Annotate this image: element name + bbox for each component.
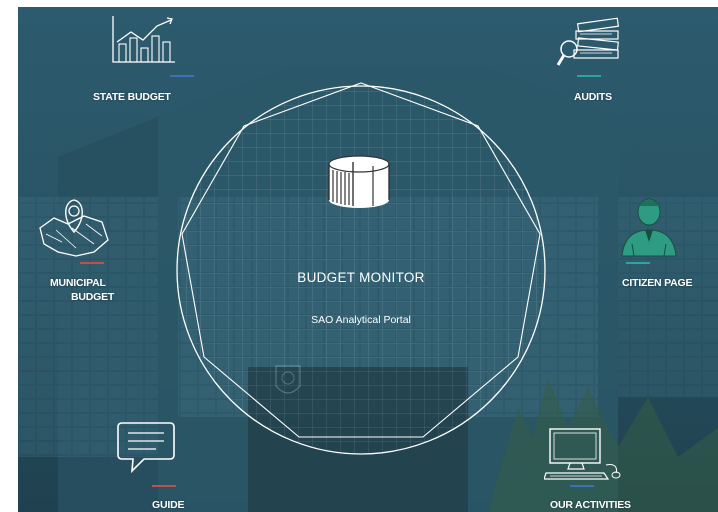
portal-title: BUDGET MONITOR (297, 270, 425, 285)
state-budget-label: STATE BUDGET (93, 91, 171, 103)
municipal-budget-line1: MUNICIPAL (50, 277, 106, 289)
state-budget-accent (170, 75, 194, 77)
pie-chart-icon (328, 155, 390, 208)
nav-citizen-page[interactable]: CITIZEN PAGE (598, 192, 708, 292)
chat-bubble-icon (117, 422, 175, 474)
citizen-icon (621, 198, 677, 257)
bar-chart-icon (112, 16, 175, 63)
guide-label: GUIDE (152, 499, 185, 511)
nav-guide[interactable]: GUIDE (108, 417, 218, 512)
portal-landing: BUDGET MONITOR SAO Analytical Portal STA… (18, 7, 718, 512)
nav-audits[interactable]: AUDITS (538, 11, 658, 103)
audits-label: AUDITS (574, 91, 612, 103)
citizen-page-label: CITIZEN PAGE (622, 277, 693, 289)
our-activities-accent (570, 485, 594, 487)
nav-state-budget[interactable]: STATE BUDGET (88, 11, 208, 103)
emblem-icon (275, 365, 301, 394)
municipal-budget-accent (80, 262, 104, 264)
audit-books-icon (556, 17, 620, 66)
nav-our-activities[interactable]: OUR ACTIVITIES (528, 417, 658, 512)
map-pin-icon (39, 199, 109, 257)
nav-municipal-budget[interactable]: MUNICIPAL BUDGET (28, 192, 138, 307)
guide-accent (152, 485, 176, 487)
portal-subtitle: SAO Analytical Portal (311, 314, 411, 326)
our-activities-label: OUR ACTIVITIES (550, 499, 631, 511)
citizen-page-accent (626, 262, 650, 264)
municipal-budget-line2: BUDGET (71, 291, 115, 303)
audits-accent (577, 75, 601, 77)
computer-icon (544, 428, 621, 480)
